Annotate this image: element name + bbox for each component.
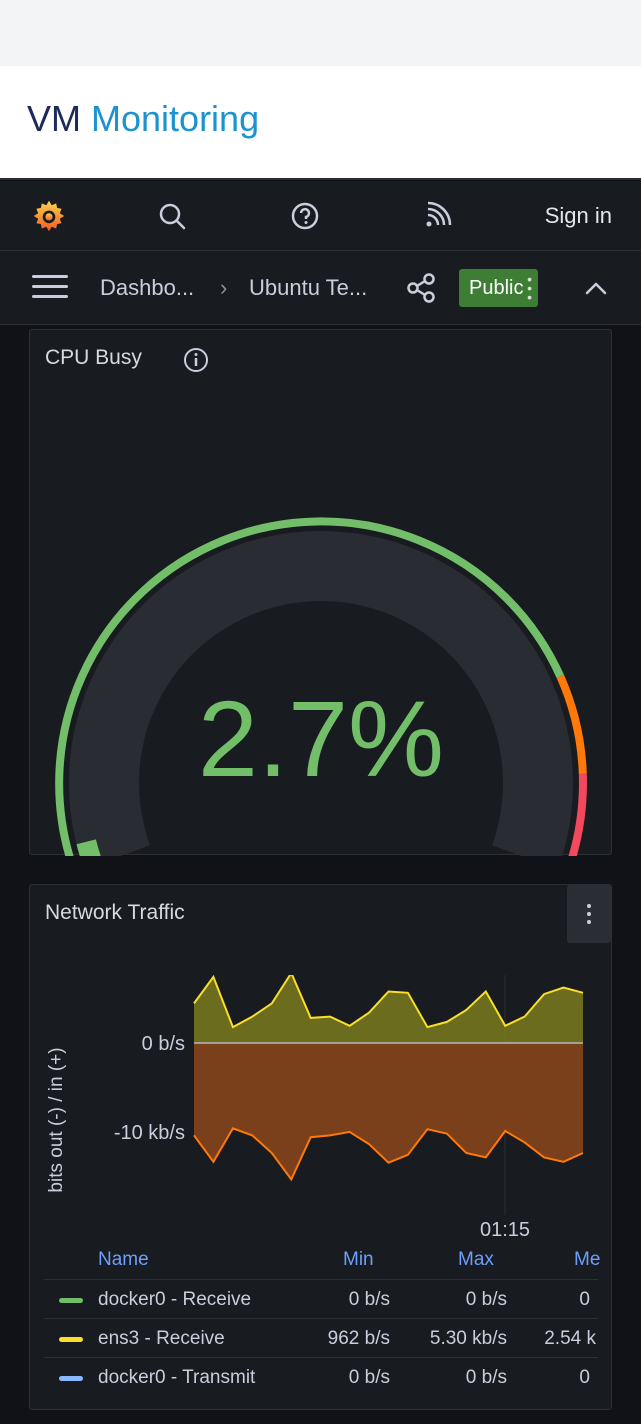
legend-series-name[interactable]: docker0 - Receive bbox=[98, 1289, 251, 1311]
legend-max-value: 5.30 kb/s bbox=[429, 1328, 507, 1349]
breadcrumb-dashboards[interactable]: Dashbo... bbox=[100, 275, 194, 301]
share-icon[interactable] bbox=[404, 271, 438, 305]
chart-ylabel: bits out (-) / in (+) bbox=[46, 1047, 67, 1192]
sign-in-link[interactable]: Sign in bbox=[545, 203, 612, 229]
legend-row[interactable]: docker0 - Transmit 0 b/s 0 b/s 0 bbox=[44, 1357, 598, 1396]
x-tick-0: 01:15 bbox=[480, 1219, 530, 1241]
legend-swatch bbox=[59, 1298, 83, 1303]
top-toolbar: Sign in bbox=[0, 181, 641, 251]
status-bar bbox=[0, 0, 641, 66]
legend-swatch bbox=[59, 1376, 83, 1381]
menu-toggle-icon[interactable] bbox=[32, 275, 68, 301]
series-area-transmit bbox=[194, 1043, 583, 1180]
legend-mean-value: 2.54 k bbox=[544, 1328, 596, 1349]
legend-mean-value: 0 bbox=[579, 1367, 590, 1388]
legend-row[interactable]: docker0 - Receive 0 b/s 0 b/s 0 bbox=[44, 1279, 598, 1318]
grafana-logo-icon[interactable] bbox=[31, 198, 67, 234]
legend-min-value: 962 b/s bbox=[327, 1328, 390, 1349]
public-badge-label: Public bbox=[469, 276, 524, 299]
network-panel-title: Network Traffic bbox=[45, 901, 185, 924]
search-icon[interactable] bbox=[154, 198, 190, 234]
series-area-receive bbox=[194, 975, 583, 1043]
y-tick-0: 0 b/s bbox=[142, 1033, 185, 1055]
legend-max-value: 0 b/s bbox=[465, 1367, 507, 1388]
legend-mean-value: 0 bbox=[579, 1289, 590, 1310]
cpu-panel-title: CPU Busy bbox=[45, 346, 142, 369]
rss-feed-icon[interactable] bbox=[419, 198, 455, 234]
badge-menu-icon: • • • bbox=[527, 271, 532, 305]
cpu-value-text: 2.7% bbox=[198, 678, 444, 799]
network-traffic-panel: Network Traffic bits out (-) / in (+) 0 … bbox=[29, 884, 612, 1410]
panel-menu-icon[interactable] bbox=[567, 885, 611, 943]
legend-min-value: 0 b/s bbox=[348, 1367, 390, 1388]
legend-series-name[interactable]: ens3 - Receive bbox=[98, 1328, 225, 1350]
legend-max-value: 0 b/s bbox=[465, 1289, 507, 1310]
legend-header-mean[interactable]: Me bbox=[574, 1249, 600, 1271]
brand-header: VM Monitoring bbox=[0, 66, 641, 180]
public-badge[interactable]: Public • • • bbox=[459, 269, 538, 307]
gauge-value-arc bbox=[76, 839, 101, 856]
legend-table: Name Min Max Me docker0 - Receive 0 b/s … bbox=[44, 1240, 600, 1396]
brand-prefix: VM bbox=[27, 98, 81, 139]
breadcrumb-current: Ubuntu Te... bbox=[249, 275, 368, 300]
legend-row[interactable]: ens3 - Receive 962 b/s 5.30 kb/s 2.54 k bbox=[44, 1318, 598, 1357]
legend-min-value: 0 b/s bbox=[348, 1289, 390, 1310]
legend-header-min[interactable]: Min bbox=[343, 1249, 374, 1271]
cpu-busy-panel: 2.7% CPU Busy bbox=[29, 329, 612, 856]
chevron-up-icon[interactable] bbox=[584, 277, 608, 301]
legend-series-name[interactable]: docker0 - Transmit bbox=[98, 1367, 255, 1389]
legend-header-max[interactable]: Max bbox=[458, 1249, 494, 1271]
brand-suffix: Monitoring bbox=[91, 98, 260, 139]
legend-header-name[interactable]: Name bbox=[98, 1249, 149, 1271]
brand-logo[interactable]: VM Monitoring bbox=[27, 98, 259, 140]
legend-header-row: Name Min Max Me bbox=[44, 1240, 600, 1279]
breadcrumb-separator-icon: › bbox=[220, 275, 228, 300]
legend-swatch bbox=[59, 1337, 83, 1342]
dashboard-navbar: Dashbo... › Ubuntu Te... Public • • • bbox=[0, 251, 641, 325]
network-chart: bits out (-) / in (+) 0 b/s -10 kb/s 01:… bbox=[46, 975, 584, 1241]
y-tick-1: -10 kb/s bbox=[114, 1122, 185, 1144]
cpu-gauge: 2.7% bbox=[55, 517, 587, 856]
info-icon[interactable] bbox=[182, 346, 210, 374]
help-icon[interactable] bbox=[287, 198, 323, 234]
